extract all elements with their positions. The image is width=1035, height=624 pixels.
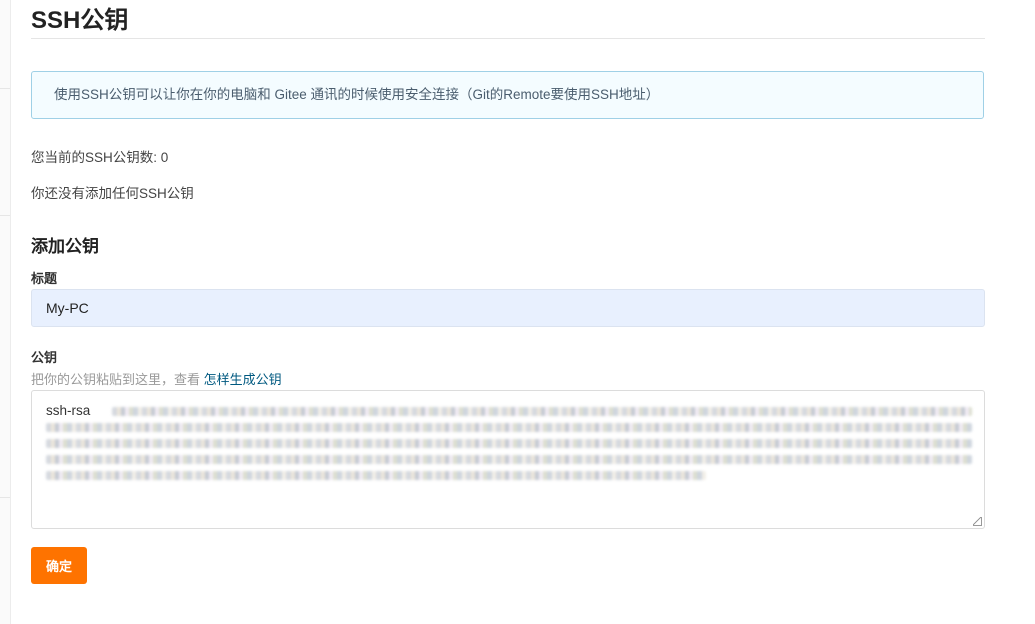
key-hint-text: 把你的公钥粘贴到这里，查看	[31, 372, 204, 387]
title-divider	[31, 38, 985, 39]
key-prefix-text: ssh-rsa	[46, 403, 91, 418]
add-key-heading: 添加公钥	[31, 237, 99, 256]
sidebar-divider	[0, 215, 10, 216]
how-to-generate-key-link[interactable]: 怎样生成公钥	[204, 372, 282, 387]
info-alert: 使用SSH公钥可以让你在你的电脑和 Gitee 通讯的时候使用安全连接（Git的…	[31, 71, 984, 119]
empty-state-text: 你还没有添加任何SSH公钥	[31, 186, 194, 201]
key-field-label: 公钥	[31, 350, 58, 365]
sidebar-divider	[0, 88, 10, 89]
key-hint: 把你的公钥粘贴到这里，查看 怎样生成公钥	[31, 369, 282, 388]
info-alert-text: 使用SSH公钥可以让你在你的电脑和 Gitee 通讯的时候使用安全连接（Git的…	[54, 87, 660, 102]
page-title: SSH公钥	[31, 7, 129, 34]
public-key-textarea[interactable]: ssh-rsa	[31, 390, 985, 529]
redacted-key-line	[112, 407, 972, 416]
redacted-key-line	[46, 423, 972, 432]
title-field-label: 标题	[31, 271, 58, 286]
ssh-key-count: 您当前的SSH公钥数: 0	[31, 150, 169, 165]
sidebar-divider	[0, 497, 10, 498]
redacted-key-line	[46, 455, 972, 464]
redacted-key-line	[46, 439, 972, 448]
resize-handle-icon[interactable]	[973, 517, 982, 526]
redacted-key-line	[46, 471, 706, 480]
title-input[interactable]	[31, 289, 985, 327]
submit-button[interactable]: 确定	[31, 547, 87, 584]
left-sidebar-edge	[0, 0, 11, 624]
